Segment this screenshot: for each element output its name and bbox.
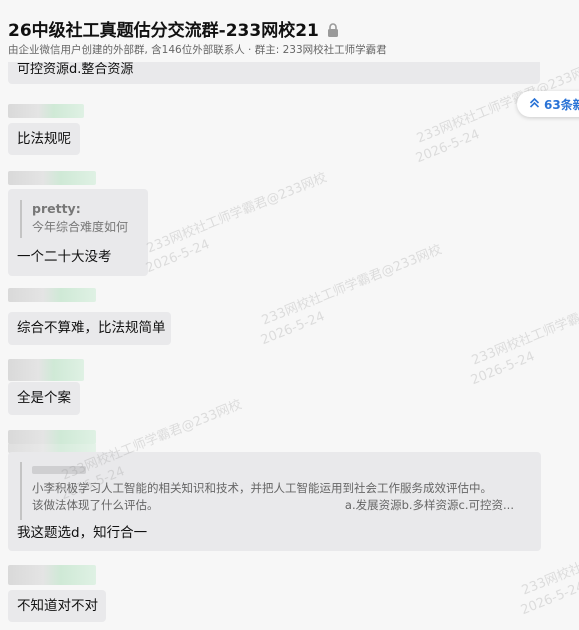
title-row: 26中级社工真题估分交流群-233网校21 xyxy=(8,16,339,41)
quoted-message: 小李积极学习人工智能的相关知识和技术，并把人工智能运用到社会工作服务成效评估中。… xyxy=(20,462,520,520)
message-bubble[interactable]: 可控资源d.整合资源 xyxy=(8,62,540,84)
message-text: 全是个案 xyxy=(17,390,71,406)
message-text: 比法规呢 xyxy=(17,131,71,147)
sender-name xyxy=(8,288,96,302)
message-bubble[interactable]: 不知道对不对 xyxy=(8,590,106,622)
lock-icon xyxy=(327,22,339,37)
quoted-text-line2: 该做法体现了什么评估。 xyxy=(32,498,159,512)
message-text: 可控资源d.整合资源 xyxy=(17,62,134,77)
quoted-text-options: a.发展资源b.多样资源c.可控资... xyxy=(344,498,514,512)
quoted-text-line2-row: 该做法体现了什么评估。 a.发展资源b.多样资源c.可控资... xyxy=(32,497,520,514)
message-text: 综合不算难，比法规简单 xyxy=(17,320,166,336)
sender-name xyxy=(8,565,96,585)
message-text: 我这题选d，知行合一 xyxy=(17,525,148,541)
sender-name xyxy=(8,171,96,185)
group-title: 26中级社工真题估分交流群-233网校21 xyxy=(8,21,319,41)
chat-header: 26中级社工真题估分交流群-233网校21 由企业微信用户创建的外部群, 含14… xyxy=(0,0,579,62)
quoted-sender-blurred xyxy=(32,466,86,474)
quoted-text-line1: 小李积极学习人工智能的相关知识和技术，并把人工智能运用到社会工作服务成效评估中。 xyxy=(32,481,492,495)
message-text: 不知道对不对 xyxy=(17,598,98,614)
message-text: 一个二十大没考 xyxy=(17,249,112,265)
new-messages-button[interactable]: 63条新 xyxy=(517,91,579,117)
message-bubble[interactable]: pretty: 今年综合难度如何 一个二十大没考 xyxy=(8,189,148,276)
sender-name xyxy=(8,430,96,444)
message-bubble[interactable]: 比法规呢 xyxy=(8,123,80,155)
message-bubble[interactable]: 全是个案 xyxy=(8,382,80,415)
double-chevron-up-icon xyxy=(529,97,540,111)
group-subtitle: 由企业微信用户创建的外部群, 含146位外部联系人 · 群主: 233网校社工师… xyxy=(8,44,387,56)
message-list[interactable]: 可控资源d.整合资源 比法规呢 pretty: 今年综合难度如何 一个二十大没考… xyxy=(0,62,579,630)
message-bubble[interactable]: 综合不算难，比法规简单 xyxy=(8,312,171,345)
sender-name xyxy=(8,104,84,118)
quoted-message: pretty: 今年综合难度如何 xyxy=(20,200,128,238)
sender-name xyxy=(8,359,84,381)
message-bubble[interactable]: 小李积极学习人工智能的相关知识和技术，并把人工智能运用到社会工作服务成效评估中。… xyxy=(8,452,541,551)
quoted-sender: pretty: xyxy=(32,201,81,216)
new-messages-count: 63条新 xyxy=(544,97,579,112)
quoted-text: 今年综合难度如何 xyxy=(32,220,129,234)
